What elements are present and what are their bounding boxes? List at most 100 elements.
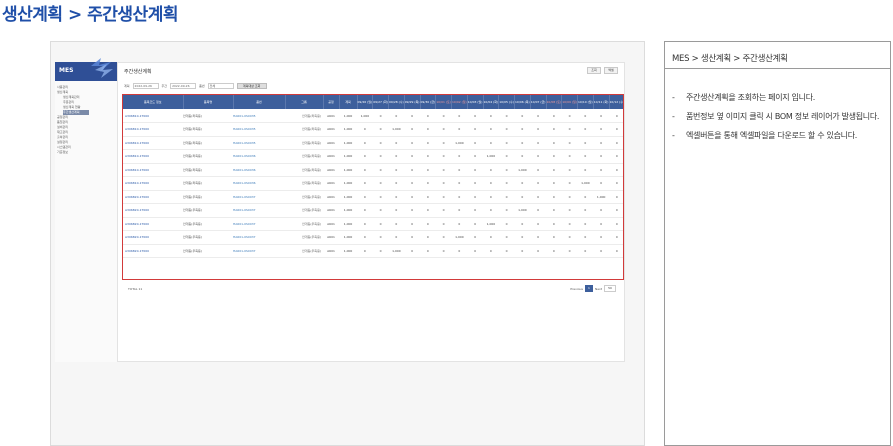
day-qty-cell: 0 [388, 163, 405, 177]
page-size-select[interactable]: 50 [604, 285, 616, 292]
grid-row[interactable]: A306810-1T000 안개등(좌측용) HA601-0S0036 안개등(좌측용… [123, 163, 623, 177]
description-divider [665, 68, 890, 69]
day-qty-cell: 0 [561, 244, 578, 258]
grid-body: A306810-1T000 안개등(좌측용) HA601-0S0035 안개등(좌측용… [123, 109, 623, 258]
item-name-cell: 안개등(우측용) [183, 244, 233, 258]
grid-row[interactable]: A306810-1T000 안개등(좌측용) HA601-0S0035 안개등(좌측용… [123, 136, 623, 150]
grid-row[interactable]: A306810-1T000 안개등(좌측용) HA601-0S0035 안개등(좌측용… [123, 109, 623, 123]
sidebar-item[interactable]: 기준정보 [57, 150, 115, 155]
day-qty-cell: 0 [357, 149, 373, 164]
grid-row[interactable]: A306810-1T000 안개등(좌측용) HA601-0S0035 안개등(좌측용… [123, 122, 623, 137]
day-qty-cell: 0 [435, 176, 452, 191]
grid-row[interactable]: A306820-1T000 안개등(우측용) HA601-0S0037 안개등(우측용… [123, 230, 623, 245]
item-label: 품번 [199, 84, 205, 88]
search-button[interactable]: 조회 [587, 67, 601, 74]
day-qty-cell: 0 [609, 217, 623, 231]
grid-row[interactable]: A306820-1T000 안개등(우측용) HA601-0S0037 안개등(우측용… [123, 217, 623, 231]
plan-search-button[interactable]: 계획대상 조회 [236, 83, 267, 89]
week-label: 주간 [161, 84, 168, 88]
process-cell: A601 [323, 122, 339, 137]
process-cell: A601 [323, 190, 339, 204]
process-cell: A601 [323, 136, 339, 150]
page-title: 생산계획 > 주간생산계획 [2, 5, 178, 25]
day-qty-cell: 0 [546, 244, 562, 258]
day-qty-cell: 0 [546, 230, 562, 245]
part-number-cell: HA601-0S0036 [233, 163, 285, 177]
item-name-cell: 안개등(좌측용) [183, 149, 233, 164]
day-qty-cell: 0 [404, 244, 420, 258]
description-breadcrumb: MES > 생산계획 > 주간생산계획 [672, 54, 788, 64]
day-qty-cell: 0 [435, 190, 452, 204]
next-page-link[interactable]: Next [595, 287, 602, 291]
day-qty-cell: 0 [498, 149, 515, 164]
part-number-cell: HA601-0S0037 [233, 190, 285, 204]
grid-header-row: 품목코드 정보 품목명 품번 그룹 공정 계획 09/26 (월) 09/27 (화) 09/2… [123, 95, 623, 109]
week-date-field[interactable]: 2022-09-26 [170, 83, 197, 89]
day-qty-cell: 0 [530, 122, 546, 137]
day-qty-cell: 1,000 [483, 149, 499, 164]
day-qty-cell: 0 [546, 163, 562, 177]
plan-cell: 1,000 [339, 217, 357, 231]
excel-button[interactable]: 엑셀 [604, 67, 618, 74]
day-qty-cell: 0 [483, 244, 499, 258]
day-qty-cell: 0 [467, 109, 483, 123]
group-cell: 안개등(우측용) [285, 244, 323, 258]
day-qty-cell: 0 [498, 203, 515, 218]
grid-row[interactable]: A306810-1T000 안개등(좌측용) HA601-0S0036 안개등(좌측용… [123, 176, 623, 191]
grid-row[interactable]: A306820-1T000 안개등(우측용) HA601-0S0037 안개등(우측용… [123, 244, 623, 258]
grid-column-header: 09/27 (화) [372, 95, 389, 109]
grid-row[interactable]: A306810-1T000 안개등(좌측용) HA601-0S0036 안개등(좌측용… [123, 149, 623, 164]
current-page[interactable]: 1 [585, 285, 593, 292]
item-code-cell: A306810-1T000 [123, 163, 183, 177]
day-qty-cell: 1,000 [357, 109, 373, 123]
day-qty-cell: 0 [372, 190, 389, 204]
item-name-cell: 안개등(우측용) [183, 190, 233, 204]
day-qty-cell: 0 [404, 203, 420, 218]
grid-column-header: 10/03 (월) [467, 95, 484, 109]
day-qty-cell: 0 [577, 136, 594, 150]
day-qty-cell: 0 [435, 230, 452, 245]
item-name-cell: 안개등(우측용) [183, 217, 233, 231]
plan-cell: 1,000 [339, 203, 357, 218]
day-qty-cell: 0 [372, 149, 389, 164]
day-qty-cell: 0 [593, 149, 609, 164]
part-number-cell: HA601-0S0037 [233, 244, 285, 258]
day-qty-cell: 0 [483, 136, 499, 150]
day-qty-cell: 0 [530, 203, 546, 218]
filter-bar: 계획 2022-09-26 주간 2022-09-26 품번 전체 계획대상 조… [124, 83, 267, 89]
day-qty-cell: 0 [609, 203, 623, 218]
day-qty-cell: 1,000 [577, 176, 594, 191]
grid-column-header: 09/30 (금) [420, 95, 437, 109]
day-qty-cell: 0 [546, 109, 562, 123]
day-qty-cell: 0 [451, 203, 468, 218]
day-qty-cell: 0 [514, 176, 531, 191]
day-qty-cell: 0 [498, 190, 515, 204]
item-select[interactable]: 전체 [207, 83, 234, 89]
process-cell: A601 [323, 217, 339, 231]
toolbar: 조회 엑셀 [587, 67, 618, 74]
grid-column-header: 그룹 [285, 95, 324, 109]
group-cell: 안개등(좌측용) [285, 149, 323, 164]
day-qty-cell: 0 [357, 217, 373, 231]
plan-date-field[interactable]: 2022-09-26 [132, 83, 159, 89]
grid-column-header: 10/04 (화) [483, 95, 500, 109]
grid-row[interactable]: A306820-1T000 안개등(우측용) HA601-0S0037 안개등(우측용… [123, 203, 623, 218]
day-qty-cell: 0 [420, 190, 436, 204]
grid-row[interactable]: A306820-1T000 안개등(우측용) HA601-0S0037 안개등(우측용… [123, 190, 623, 204]
process-cell: A601 [323, 203, 339, 218]
day-qty-cell: 0 [451, 176, 468, 191]
day-qty-cell: 0 [530, 109, 546, 123]
day-qty-cell: 0 [404, 230, 420, 245]
day-qty-cell: 0 [483, 203, 499, 218]
day-qty-cell: 0 [420, 176, 436, 191]
lightning-indicator-icon [91, 58, 113, 78]
group-cell: 안개등(좌측용) [285, 122, 323, 137]
plan-cell: 1,000 [339, 230, 357, 245]
day-qty-cell: 0 [561, 230, 578, 245]
item-name-cell: 안개등(좌측용) [183, 163, 233, 177]
day-qty-cell: 0 [483, 109, 499, 123]
part-number-cell: HA601-0S0035 [233, 109, 285, 123]
previous-page-link[interactable]: Previous [570, 287, 583, 291]
day-qty-cell: 0 [388, 109, 405, 123]
grid-column-header: 품번 [233, 95, 286, 109]
